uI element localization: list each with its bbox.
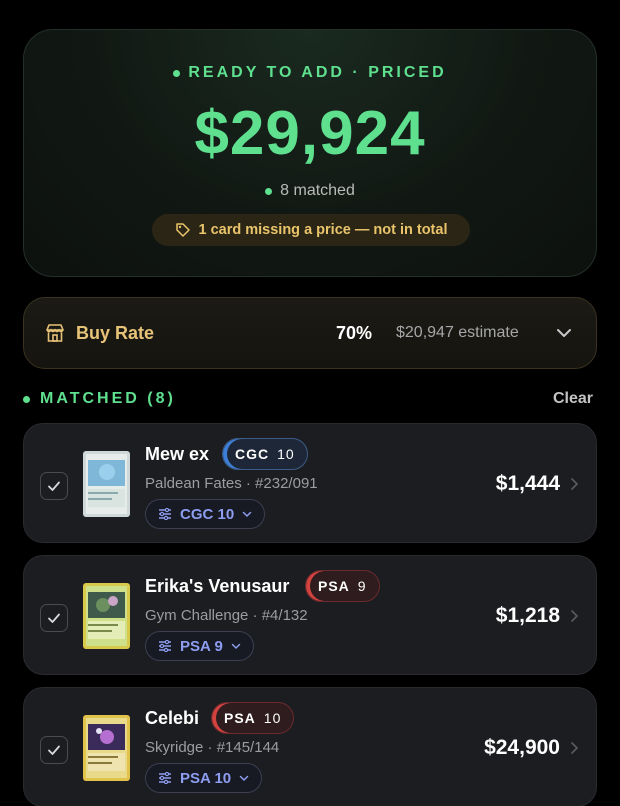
grade-selector[interactable]: PSA 9 [145, 631, 254, 661]
card-set-number: Gym Challenge · #4/132 [145, 607, 308, 624]
matched-dot-icon [265, 187, 273, 195]
grade-selector-label: CGC 10 [180, 505, 235, 523]
status-dot-icon [173, 69, 181, 77]
status-text: READY TO ADD · PRICED [188, 64, 447, 81]
matched-count: 8 matched [24, 182, 596, 200]
storefront-icon [46, 324, 64, 342]
card-row[interactable]: Celebi PSA 10 Skyridge · #145/144 PSA 10… [23, 687, 597, 806]
grade-number: 9 [357, 578, 367, 594]
grade-selector-label: PSA 9 [180, 637, 223, 655]
chevron-down-icon [242, 511, 252, 518]
card-price: $1,218 [495, 604, 560, 627]
grade-selector[interactable]: CGC 10 [145, 499, 266, 529]
grade-badge: PSA 10 [211, 702, 295, 734]
card-checkbox[interactable] [40, 736, 68, 764]
status-line: READY TO ADD · PRICED [24, 64, 596, 82]
card-checkbox[interactable] [40, 472, 68, 500]
card-row[interactable]: Mew ex CGC 10 Paldean Fates · #232/091 C… [23, 423, 597, 543]
card-thumbnail [83, 583, 130, 649]
card-price: $24,900 [484, 736, 560, 759]
grade-number: 10 [263, 710, 282, 726]
chevron-right-icon[interactable] [568, 477, 580, 491]
grade-company: PSA [318, 578, 350, 594]
buy-rate-label: Buy Rate [76, 323, 155, 343]
missing-price-warning[interactable]: 1 card missing a price — not in total [152, 214, 470, 246]
matched-section-label: MATCHED (8) [40, 390, 176, 407]
grade-selector-label: PSA 10 [180, 769, 232, 787]
summary-panel: READY TO ADD · PRICED $29,924 8 matched … [23, 29, 597, 277]
card-name: Mew ex [145, 444, 210, 464]
warning-text: 1 card missing a price — not in total [198, 222, 448, 238]
buy-rate-row[interactable]: Buy Rate 70% $20,947 estimate [23, 297, 597, 369]
chevron-down-icon [231, 643, 241, 650]
chevron-down-icon [239, 775, 249, 782]
sliders-icon [159, 508, 171, 520]
grade-number: 10 [277, 446, 295, 462]
grade-selector[interactable]: PSA 10 [145, 763, 263, 793]
section-dot-icon [23, 395, 30, 403]
buy-rate-estimate: $20,947 estimate [396, 324, 519, 341]
checkmark-icon [48, 745, 60, 755]
checkmark-icon [48, 613, 60, 623]
buy-rate-percent: 70% [336, 323, 373, 343]
card-price: $1,444 [495, 472, 560, 495]
matched-count-text: 8 matched [280, 182, 355, 199]
card-checkbox[interactable] [40, 604, 68, 632]
chevron-down-icon[interactable] [556, 325, 572, 341]
grade-company: CGC [235, 446, 270, 462]
checkmark-icon [48, 481, 60, 491]
card-name: Celebi [145, 708, 200, 728]
tag-icon [175, 223, 190, 237]
sliders-icon [159, 772, 171, 784]
grade-company: PSA [224, 710, 256, 726]
card-thumbnail [83, 715, 130, 781]
grade-badge: PSA 9 [305, 570, 380, 602]
card-row[interactable]: Erika's Venusaur PSA 9 Gym Challenge · #… [23, 555, 597, 675]
card-set-number: Skyridge · #145/144 [145, 739, 280, 756]
matched-section-title: MATCHED (8) [23, 390, 176, 408]
grade-badge: CGC 10 [222, 438, 308, 470]
sliders-icon [159, 640, 171, 652]
chevron-right-icon[interactable] [568, 609, 580, 623]
total-value: $29,924 [194, 99, 426, 168]
clear-button[interactable]: Clear [553, 390, 593, 408]
card-thumbnail [83, 451, 130, 517]
chevron-right-icon[interactable] [568, 741, 580, 755]
card-set-number: Paldean Fates · #232/091 [145, 475, 318, 492]
card-name: Erika's Venusaur [145, 576, 290, 596]
